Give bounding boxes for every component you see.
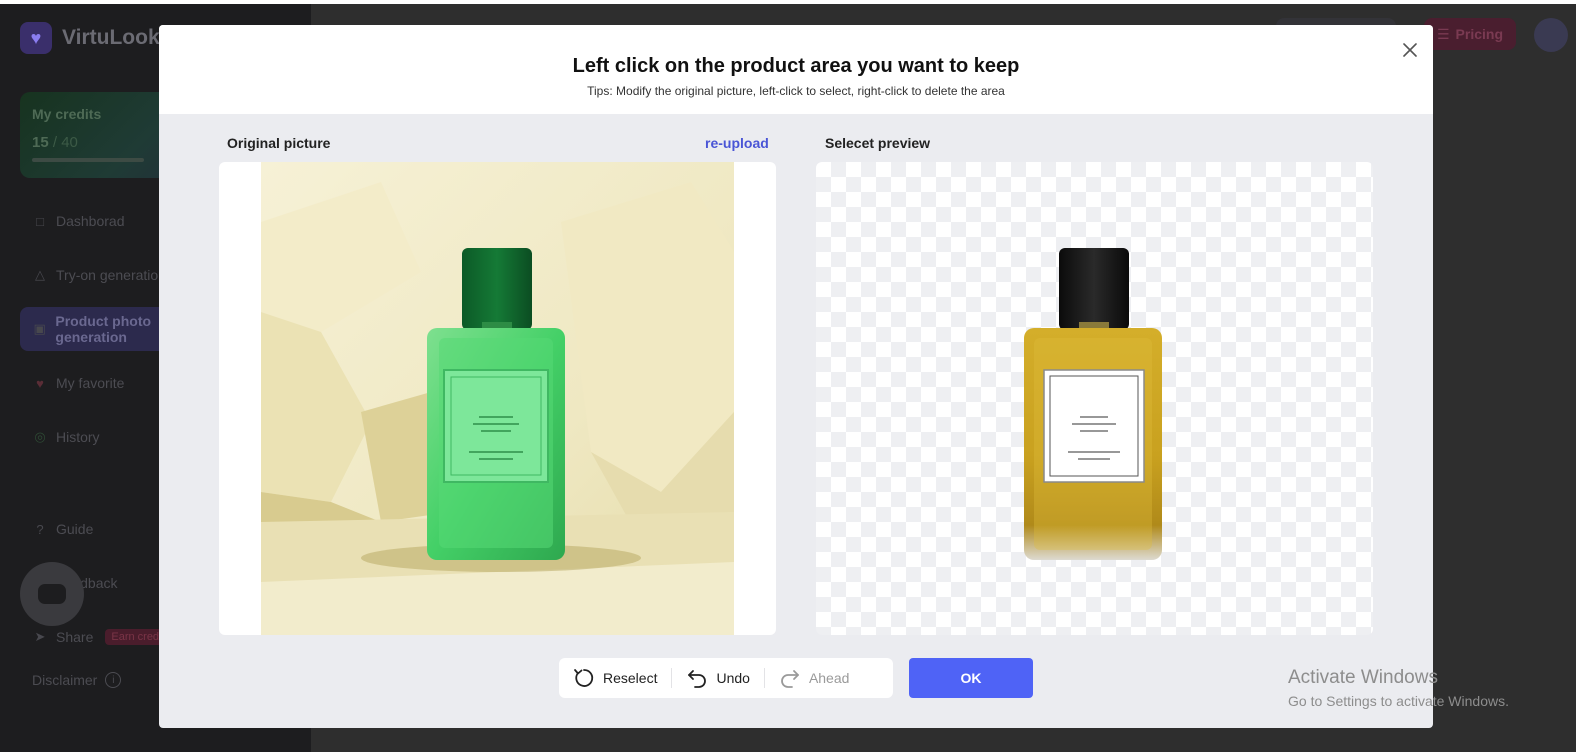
brand-name: VirtuLook [62,26,160,49]
credits-count: 15 / 40 [32,134,78,151]
preview-product-cutout [1024,248,1162,560]
reselect-button[interactable]: Reselect [559,658,671,698]
sidebar-item-label: History [56,429,100,445]
pricing-icon: ☰ [1436,25,1450,42]
undo-icon [688,670,707,688]
credits-total: 40 [61,134,78,151]
sidebar-item-label: Dashborad [56,213,125,229]
dialog-header: Left click on the product area you want … [159,25,1433,114]
close-icon [1403,43,1417,57]
undo-label: Undo [716,670,750,686]
chat-icon [38,584,66,604]
pricing-button[interactable]: ☰ Pricing [1424,18,1516,50]
reselect-icon [574,669,594,687]
heart-icon: ♥ [36,375,44,391]
reselect-label: Reselect [603,670,658,686]
redo-icon [781,670,799,688]
credits-title: My credits [32,106,102,122]
original-picture-canvas[interactable] [219,162,776,635]
disclaimer-link[interactable]: Disclaimer i [32,672,122,688]
sidebar-item-label: Try-on generation [56,267,166,283]
info-icon: i [105,672,122,688]
dialog-title: Left click on the product area you want … [572,55,1020,77]
shirt-icon: △ [35,267,45,282]
select-area-dialog: Left click on the product area you want … [159,25,1433,728]
sidebar-item-label: My favorite [56,375,125,391]
ok-button[interactable]: OK [909,658,1033,698]
watermark-subtitle: Go to Settings to activate Windows. [1288,693,1509,709]
preview-label: Selecet preview [825,135,931,151]
pricing-label: Pricing [1455,26,1504,42]
logo-icon: ♥ [20,22,52,54]
redo-label: Ahead [808,670,850,686]
credits-progress-bar [32,158,144,162]
sidebar-item-label: Share [56,629,94,645]
disclaimer-label: Disclaimer [32,672,98,688]
credits-separator: / [48,134,62,151]
activate-windows-watermark: Activate Windows Go to Settings to activ… [1288,667,1509,709]
credits-used: 15 [32,134,49,151]
selected-preview-canvas [816,162,1373,635]
undo-button[interactable]: Undo [672,658,763,698]
original-picture-label: Original picture [227,135,331,151]
dialog-tips: Tips: Modify the original picture, left-… [587,84,1005,98]
chat-support-button[interactable] [20,562,84,626]
watermark-title: Activate Windows [1288,667,1438,688]
avatar[interactable] [1534,18,1568,52]
close-button[interactable] [1399,39,1421,61]
share-icon: ➤ [34,629,46,644]
history-icon: ◎ [34,429,46,444]
original-product-photo [261,162,734,635]
edit-toolbar: Reselect Undo Ahead [559,658,893,698]
edit-image-icon: ▣ [33,321,46,336]
re-upload-link[interactable]: re-upload [705,135,769,151]
help-icon: ? [36,521,44,537]
sidebar-item-label: Guide [56,521,94,537]
redo-button[interactable]: Ahead [765,658,863,698]
dashboard-icon: □ [36,213,44,229]
brand: ♥ VirtuLook [20,22,160,54]
